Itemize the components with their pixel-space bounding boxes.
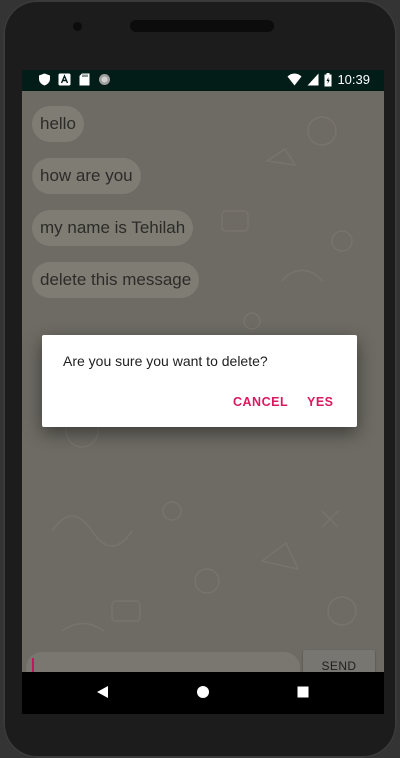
sd-card-icon	[79, 73, 90, 86]
message-bubble[interactable]: my name is Tehilah	[32, 210, 194, 246]
navigation-bar	[22, 672, 384, 714]
home-icon[interactable]	[196, 685, 210, 699]
battery-icon	[324, 72, 332, 86]
app-a-icon	[58, 73, 71, 86]
delete-confirmation-dialog: Are you sure you want to delete? CANCEL …	[42, 335, 357, 427]
wifi-icon	[287, 73, 302, 86]
dialog-message: Are you sure you want to delete?	[63, 353, 268, 369]
front-camera	[73, 22, 82, 31]
message-bubble[interactable]: delete this message	[32, 262, 200, 298]
sync-icon	[99, 74, 110, 85]
status-bar: 10:39	[22, 70, 384, 91]
back-icon[interactable]	[96, 685, 110, 699]
cancel-button[interactable]: CANCEL	[233, 395, 288, 409]
cell-signal-icon	[307, 73, 319, 86]
yes-button[interactable]: YES	[307, 395, 334, 409]
message-bubble[interactable]: how are you	[32, 158, 141, 194]
earpiece-speaker	[130, 20, 274, 32]
message-bubble[interactable]: hello	[32, 106, 84, 142]
status-clock: 10:39	[337, 72, 370, 87]
shield-icon	[39, 73, 50, 86]
recents-icon[interactable]	[296, 685, 310, 699]
